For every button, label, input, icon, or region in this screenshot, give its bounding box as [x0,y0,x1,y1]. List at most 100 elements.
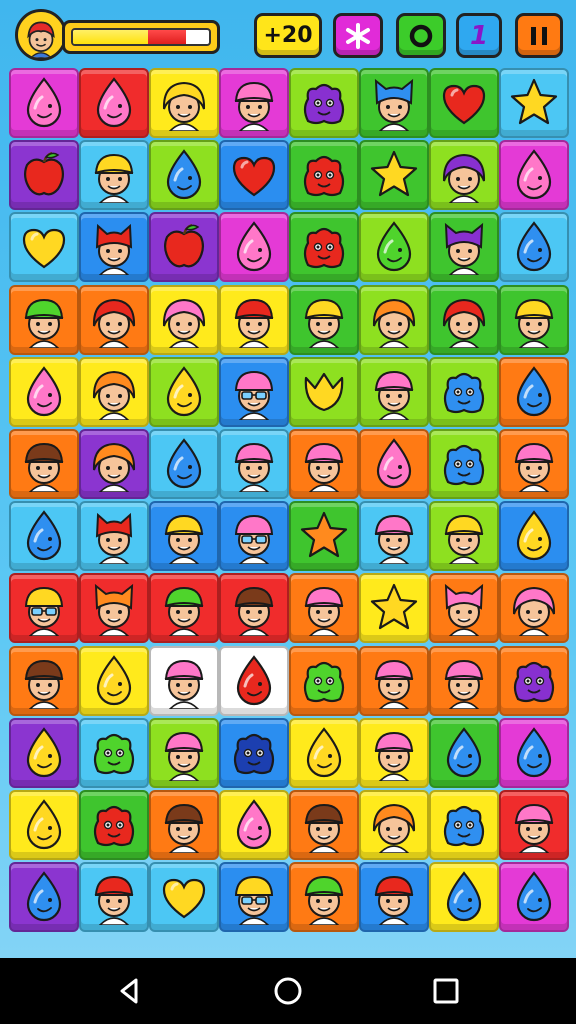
board-tile[interactable] [79,140,149,211]
board-tile[interactable] [359,68,429,138]
board-tile[interactable] [79,501,149,572]
board-tile[interactable] [79,790,149,860]
board-tile[interactable] [79,284,149,355]
board-tile[interactable] [289,356,359,427]
board-tile[interactable] [499,501,569,572]
board-tile[interactable] [219,573,289,644]
board-tile[interactable] [9,68,79,138]
board-tile[interactable] [9,645,79,716]
board-tile[interactable] [219,284,289,355]
board-tile[interactable] [359,429,429,499]
board-tile[interactable] [429,284,499,355]
board-tile[interactable] [9,356,79,427]
board-tile[interactable] [219,862,289,933]
board-tile[interactable] [429,68,499,138]
board-tile[interactable] [219,68,289,138]
board-tile[interactable] [359,212,429,283]
back-button[interactable] [114,975,146,1007]
board-tile[interactable] [79,68,149,138]
board-tile[interactable] [289,68,359,138]
board-tile[interactable] [149,140,219,211]
board-tile[interactable] [289,501,359,572]
board-tile[interactable] [219,212,289,283]
board-tile[interactable] [499,717,569,788]
board-tile[interactable] [289,717,359,788]
board-tile[interactable] [289,429,359,499]
board-tile[interactable] [289,790,359,860]
board-tile[interactable] [499,862,569,933]
board-tile[interactable] [149,212,219,283]
board-tile[interactable] [79,429,149,499]
circle-button[interactable] [396,13,446,58]
board-tile[interactable] [79,645,149,716]
board-tile[interactable] [499,212,569,283]
board-tile[interactable] [149,717,219,788]
board-tile[interactable] [219,717,289,788]
board-tile[interactable] [499,68,569,138]
board-tile[interactable] [9,501,79,572]
recents-button[interactable] [430,975,462,1007]
board-tile[interactable] [429,429,499,499]
board-tile[interactable] [499,356,569,427]
board-tile[interactable] [359,862,429,933]
board-tile[interactable] [219,501,289,572]
board-tile[interactable] [429,356,499,427]
board-tile[interactable] [499,429,569,499]
board-tile[interactable] [499,140,569,211]
board-tile[interactable] [79,356,149,427]
board-tile[interactable] [499,284,569,355]
one-button[interactable]: 1 [456,13,502,58]
board-tile[interactable] [289,645,359,716]
board-tile[interactable] [289,140,359,211]
board-tile[interactable] [499,790,569,860]
board-tile[interactable] [149,790,219,860]
board-tile[interactable] [9,140,79,211]
asterisk-button[interactable] [333,13,383,58]
board-tile[interactable] [359,790,429,860]
board-tile[interactable] [289,212,359,283]
board-tile[interactable] [9,429,79,499]
board-tile[interactable] [149,68,219,138]
board-tile[interactable] [289,284,359,355]
board-tile[interactable] [79,212,149,283]
board-tile[interactable] [219,356,289,427]
board-tile[interactable] [429,212,499,283]
board-tile[interactable] [429,717,499,788]
board-tile[interactable] [79,717,149,788]
board-tile[interactable] [149,284,219,355]
board-tile[interactable] [219,429,289,499]
board-tile[interactable] [429,645,499,716]
board-tile[interactable] [219,645,289,716]
board-tile[interactable] [79,862,149,933]
board-tile[interactable] [359,717,429,788]
bonus-button[interactable]: +20 [254,13,322,58]
board-tile[interactable] [499,573,569,644]
home-button[interactable] [272,975,304,1007]
board-tile[interactable] [149,356,219,427]
board-tile[interactable] [289,862,359,933]
board-tile[interactable] [429,573,499,644]
board-tile[interactable] [219,790,289,860]
board-tile[interactable] [359,501,429,572]
board-tile[interactable] [149,429,219,499]
board-tile[interactable] [9,284,79,355]
board-tile[interactable] [289,573,359,644]
board-tile[interactable] [429,140,499,211]
board-tile[interactable] [9,790,79,860]
board-tile[interactable] [9,573,79,644]
pause-button[interactable] [515,13,563,58]
board-tile[interactable] [359,140,429,211]
board-tile[interactable] [149,862,219,933]
board-tile[interactable] [9,717,79,788]
board-tile[interactable] [359,284,429,355]
board-tile[interactable] [359,356,429,427]
board-tile[interactable] [499,645,569,716]
board-tile[interactable] [429,862,499,933]
board-tile[interactable] [429,790,499,860]
board-tile[interactable] [149,573,219,644]
board-tile[interactable] [9,862,79,933]
board-tile[interactable] [359,645,429,716]
board-tile[interactable] [219,140,289,211]
board-tile[interactable] [359,573,429,644]
board-tile[interactable] [9,212,79,283]
